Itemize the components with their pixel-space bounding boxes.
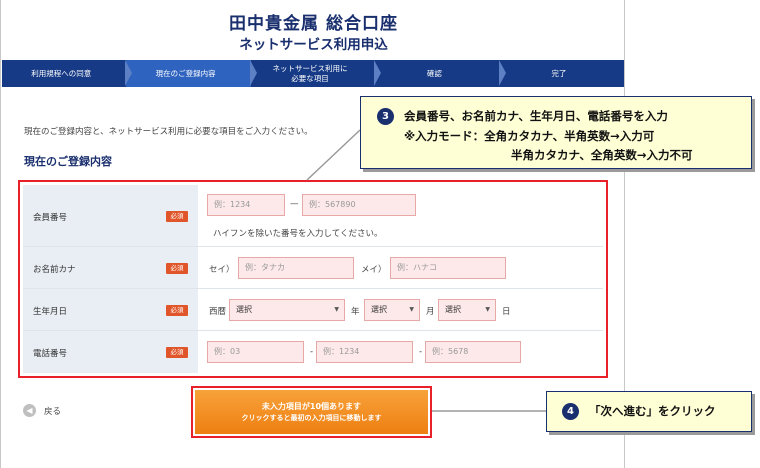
section-title: 現在のご登録内容: [24, 155, 112, 168]
page-subtitle: ネットサービス利用申込: [239, 37, 388, 53]
page-title: 田中貴金属 総合口座: [229, 14, 398, 34]
phone-part-1-input[interactable]: 例：03: [207, 341, 304, 363]
row-phone-number: 電話番号 必須 例：03 - 例：1234 - 例：5678: [23, 331, 603, 373]
year-select-value: 選択: [236, 305, 252, 314]
step-label: 完了: [551, 68, 567, 78]
callout-4: 4 「次へ進む」をクリック: [546, 391, 752, 432]
callout-3: 3 会員番号、お名前カナ、生年月日、電話番号を入力 ※入力モード：全角カタカナ、…: [360, 96, 752, 169]
step-required-items: ネットサービス利用に 必要な項目: [251, 60, 382, 87]
dash-separator: —: [290, 199, 299, 209]
next-button-line-1: 未入力項目が10個あります: [261, 401, 362, 411]
mei-label: メイ）: [361, 265, 387, 275]
step-confirm: 確認: [375, 60, 506, 87]
month-select-value: 選択: [371, 305, 387, 314]
step-agreement: 利用規程への同意: [2, 60, 133, 87]
callout-3-number: 3: [377, 108, 394, 125]
chevron-down-icon: ▼: [334, 306, 339, 313]
year-select[interactable]: 選択 ▼: [229, 299, 345, 321]
next-button-line-2: クリックすると最初の入力項目に移動します: [241, 413, 382, 422]
name-kana-label: お名前カナ: [33, 265, 76, 275]
member-number-field-1[interactable]: 例：1234: [207, 194, 285, 216]
mei-input[interactable]: 例：ハナコ: [390, 257, 506, 279]
member-number-field-2[interactable]: 例：567890: [302, 194, 416, 216]
required-badge: 必須: [166, 347, 188, 358]
row-label-cell: 電話番号 必須: [23, 331, 198, 373]
callout-4-number: 4: [562, 403, 579, 420]
arrow-left-icon: ◀: [23, 404, 36, 417]
required-badge: 必須: [166, 305, 188, 316]
era-label: 西暦: [209, 307, 227, 317]
day-select[interactable]: 選択 ▼: [438, 299, 496, 321]
row-member-number: 会員番号 必須 例：1234 — 例：567890 ハイフンを除いた番号を入力し…: [23, 185, 603, 247]
row-label-cell: お名前カナ 必須: [23, 247, 198, 288]
month-select[interactable]: 選択 ▼: [364, 299, 420, 321]
member-number-hint: ハイフンを除いた番号を入力してください。: [213, 229, 383, 239]
chevron-down-icon: ▼: [485, 306, 490, 313]
chevron-down-icon: ▼: [409, 306, 414, 313]
month-unit: 月: [426, 307, 435, 317]
step-complete: 完了: [500, 60, 624, 87]
phone-part-2-input[interactable]: 例：1234: [316, 341, 413, 363]
registration-form: 会員番号 必須 例：1234 — 例：567890 ハイフンを除いた番号を入力し…: [18, 180, 608, 378]
phone-part-3-input[interactable]: 例：5678: [425, 341, 521, 363]
day-unit: 日: [502, 307, 511, 317]
progress-steps: 利用規程への同意 現在のご登録内容 ネットサービス利用に 必要な項目 確認 完了: [2, 60, 624, 87]
step-current-registration: 現在のご登録内容: [126, 60, 257, 87]
day-select-value: 選択: [445, 305, 461, 314]
phone-separator: -: [419, 347, 423, 357]
step-label: 利用規程への同意: [31, 68, 92, 78]
required-badge: 必須: [166, 211, 188, 222]
row-label-cell: 生年月日 必須: [23, 289, 198, 330]
sei-label: セイ）: [209, 265, 235, 275]
step-label: ネットサービス利用に 必要な項目: [272, 63, 348, 83]
step-label: 現在のご登録内容: [155, 68, 216, 78]
page-frame: 田中貴金属 総合口座 ネットサービス利用申込 利用規程への同意 現在のご登録内容…: [0, 0, 625, 468]
next-button[interactable]: 未入力項目が10個あります クリックすると最初の入力項目に移動します: [195, 390, 428, 434]
row-birth-date: 生年月日 必須 西暦 選択 ▼ 年 選択 ▼ 月 選択 ▼ 日: [23, 289, 603, 331]
callout-3-line-2: ※入力モード：全角カタカナ、半角英数→入力可: [404, 129, 655, 143]
back-link[interactable]: ◀ 戻る: [23, 404, 61, 417]
member-number-label: 会員番号: [33, 213, 68, 223]
step-label: 確認: [426, 68, 442, 78]
phone-separator: -: [310, 347, 314, 357]
next-button-highlight: 未入力項目が10個あります クリックすると最初の入力項目に移動します: [191, 386, 432, 438]
required-badge: 必須: [166, 263, 188, 274]
callout-3-line-1: 会員番号、お名前カナ、生年月日、電話番号を入力: [404, 109, 668, 123]
year-unit: 年: [351, 307, 360, 317]
intro-text: 現在のご登録内容と、ネットサービス利用に必要な項目をご入力ください。: [24, 127, 313, 137]
sei-input[interactable]: 例：タナカ: [238, 257, 354, 279]
callout-3-line-3: 半角カタカナ、全角英数→入力不可: [511, 148, 693, 162]
birth-date-label: 生年月日: [33, 307, 68, 317]
back-label: 戻る: [44, 406, 62, 417]
phone-number-label: 電話番号: [33, 349, 68, 359]
row-name-kana: お名前カナ 必須 セイ） 例：タナカ メイ） 例：ハナコ: [23, 247, 603, 289]
callout-4-text: 「次へ進む」をクリック: [589, 404, 716, 418]
row-label-cell: 会員番号 必須: [23, 185, 198, 246]
